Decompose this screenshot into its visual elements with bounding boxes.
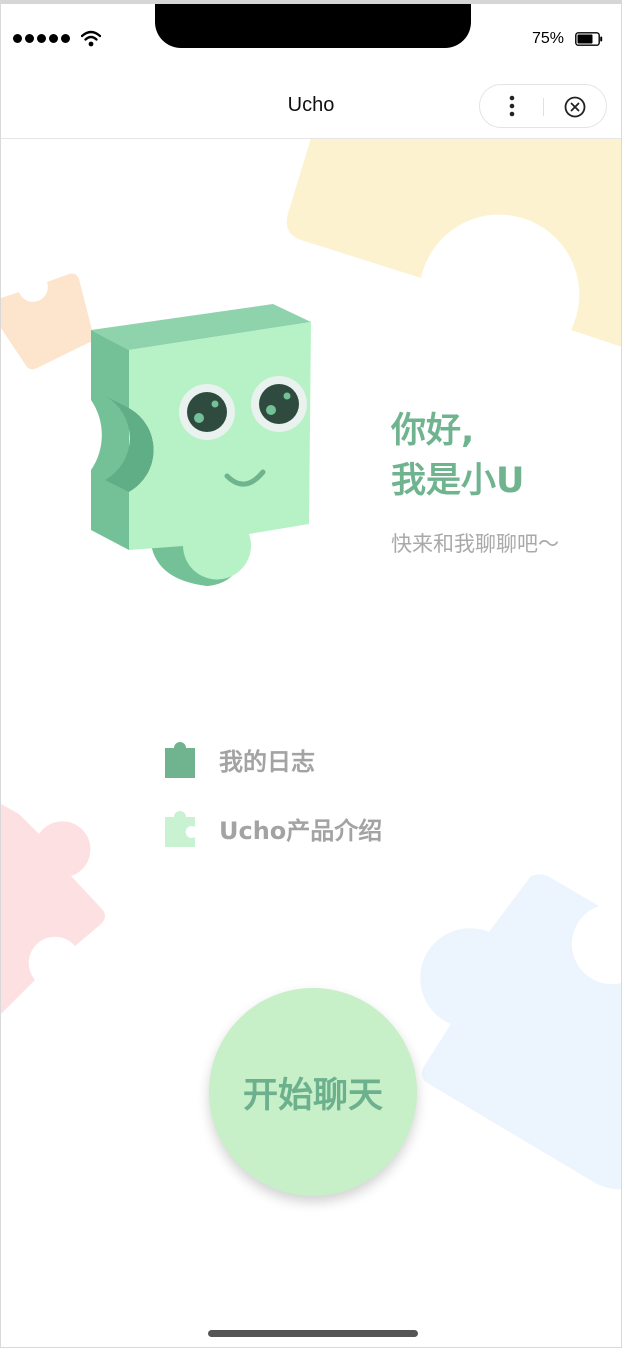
greeting-heading: 你好, 我是小U [391, 406, 524, 506]
puzzle-icon [165, 742, 195, 778]
greeting-subtitle: 快来和我聊聊吧～ [391, 532, 559, 556]
blue-puzzle-decoration [420, 874, 621, 1190]
greeting-line-1: 你好, [391, 411, 475, 451]
menu-item-label: 我的日志 [219, 747, 315, 776]
orange-puzzle-decoration [1, 273, 94, 370]
puzzle-icon [165, 811, 195, 847]
pink-puzzle-decoration [1, 804, 105, 1014]
menu-item-product-intro[interactable]: Ucho产品介绍 [163, 807, 382, 849]
start-chat-label: 开始聊天 [242, 1075, 383, 1116]
navigation-bar: Ucho [1, 74, 621, 139]
phone-screen: 75% Ucho 你好, 我是小U 快来和我聊聊吧～ 我的日志 Ucho产品介绍… [0, 0, 622, 1348]
wifi-icon [81, 30, 101, 47]
start-chat-button[interactable]: 开始聊天 [209, 988, 417, 1196]
battery-icon [575, 32, 603, 46]
status-bar: 75% [1, 4, 621, 74]
battery-percent: 75% [532, 30, 565, 47]
yellow-puzzle-decoration [286, 138, 621, 347]
greeting-line-2: 我是小U [391, 461, 525, 501]
menu-item-label: Ucho产品介绍 [219, 816, 383, 845]
capsule-divider [543, 98, 544, 116]
mascot-puzzle-illustration [91, 304, 311, 586]
close-icon[interactable] [564, 96, 586, 118]
signal-strength-icon [13, 34, 70, 43]
menu-item-my-journal[interactable]: 我的日志 [163, 738, 315, 780]
notch [155, 4, 471, 48]
home-indicator [208, 1330, 418, 1337]
more-options-icon[interactable] [502, 93, 522, 119]
mini-program-capsule [479, 84, 607, 128]
